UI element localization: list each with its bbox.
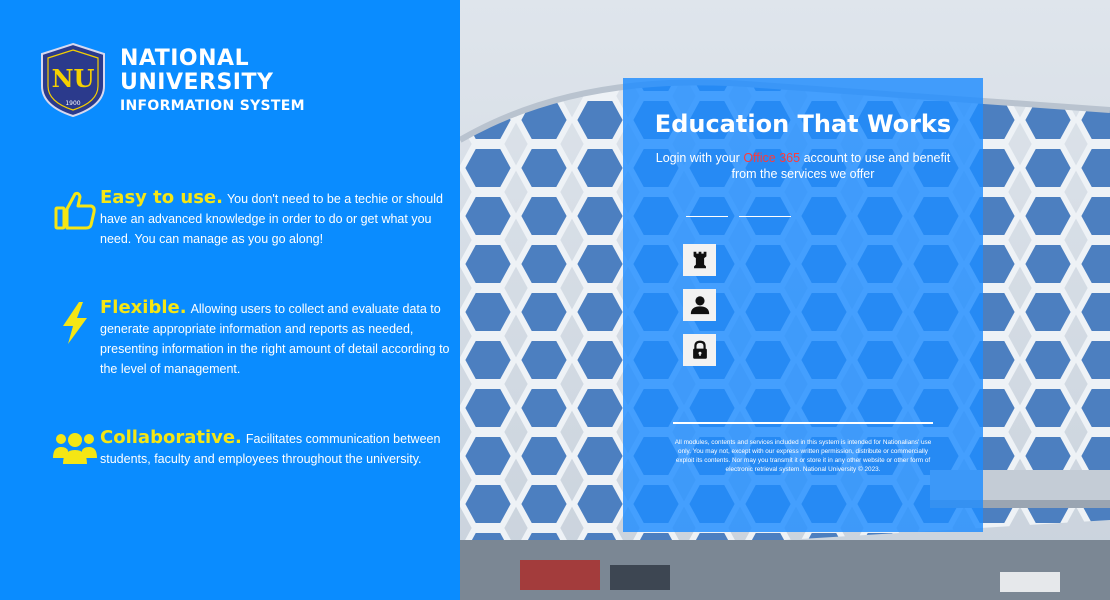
thumbs-up-icon (54, 191, 96, 230)
legal-notice: All modules, contents and services inclu… (674, 439, 932, 473)
password-button[interactable] (683, 334, 716, 366)
brand-logo: NU 1900 NATIONAL UNIVERSITY INFORMATION … (40, 42, 305, 118)
brand-line-2: UNIVERSITY (120, 69, 274, 95)
feature-heading: Collaborative. (100, 427, 242, 448)
feature-flexible: Flexible. Allowing users to collect and e… (50, 298, 450, 379)
lock-icon (692, 340, 707, 359)
campus-select-button[interactable] (683, 244, 716, 276)
tab-indicator-2[interactable] (739, 216, 791, 217)
feature-collaborative: Collaborative. Facilitates communication … (50, 428, 450, 469)
feature-heading: Easy to use. (100, 187, 223, 208)
brand-line-3: INFORMATION SYSTEM (120, 97, 305, 114)
login-title: Education That Works (654, 110, 952, 138)
rook-icon (693, 251, 706, 269)
login-subtitle: Login with your Office 365 account to us… (655, 151, 951, 181)
tab-indicator-1[interactable] (686, 216, 728, 217)
user-icon (690, 296, 709, 315)
divider (673, 422, 933, 424)
lightning-icon (63, 302, 87, 344)
university-seal-icon: NU 1900 (41, 42, 105, 118)
svg-text:NU: NU (52, 64, 95, 93)
group-icon (53, 433, 97, 464)
brand-line-1: NATIONAL (120, 45, 250, 71)
svg-text:1900: 1900 (65, 100, 80, 107)
login-card: Education That Works Login with your Off… (623, 78, 983, 532)
info-panel: NU 1900 NATIONAL UNIVERSITY INFORMATION … (0, 0, 460, 600)
feature-easy-to-use: Easy to use. You don't need to be a techi… (50, 188, 450, 249)
feature-heading: Flexible. (100, 297, 187, 318)
office365-highlight: Office 365 (743, 151, 801, 165)
username-button[interactable] (683, 289, 716, 321)
